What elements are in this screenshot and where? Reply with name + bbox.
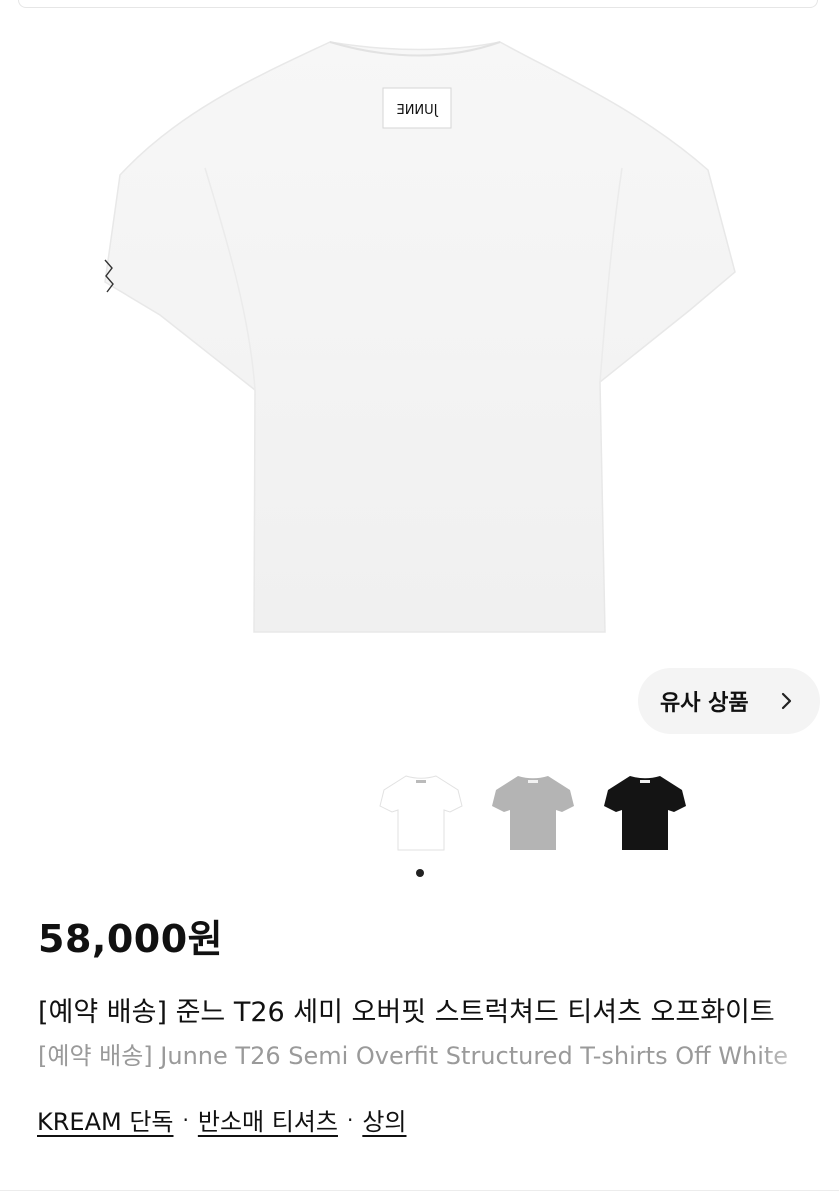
chevron-right-icon [781, 692, 792, 710]
product-title-korean: [예약 배송] 준느 T26 세미 오버핏 스트럭쳐드 티셔츠 오프화이트 [38, 997, 775, 1028]
tag-tops[interactable]: 상의 [362, 1102, 406, 1137]
product-price: 58,000원 [38, 917, 224, 961]
product-image[interactable]: JUNNE [0, 0, 839, 640]
tag-short-sleeve-tshirts[interactable]: 반소매 티셔츠 [198, 1102, 338, 1137]
product-tags: KREAM 단독 · 반소매 티셔츠 · 상의 [37, 1102, 407, 1137]
thumbnail-white[interactable] [378, 770, 464, 854]
tag-separator: · [182, 1107, 189, 1132]
similar-products-label: 유사 상품 [660, 691, 749, 716]
product-title-english: [예약 배송] Junne T26 Semi Overfit Structure… [38, 1042, 789, 1070]
thumbnail-gray[interactable] [490, 770, 576, 854]
title-fade-overlay [760, 985, 839, 1075]
tshirt-back-illustration: JUNNE [104, 41, 736, 633]
similar-products-button[interactable]: 유사 상품 [638, 668, 820, 734]
thumbnail-black[interactable] [602, 770, 688, 854]
tag-kream-exclusive[interactable]: KREAM 단독 [37, 1102, 174, 1137]
care-label-text: JUNNE [396, 103, 438, 118]
color-thumbnails [378, 770, 688, 854]
divider [0, 1190, 839, 1191]
tag-separator: · [346, 1107, 354, 1132]
carousel-page-indicator [416, 869, 424, 877]
